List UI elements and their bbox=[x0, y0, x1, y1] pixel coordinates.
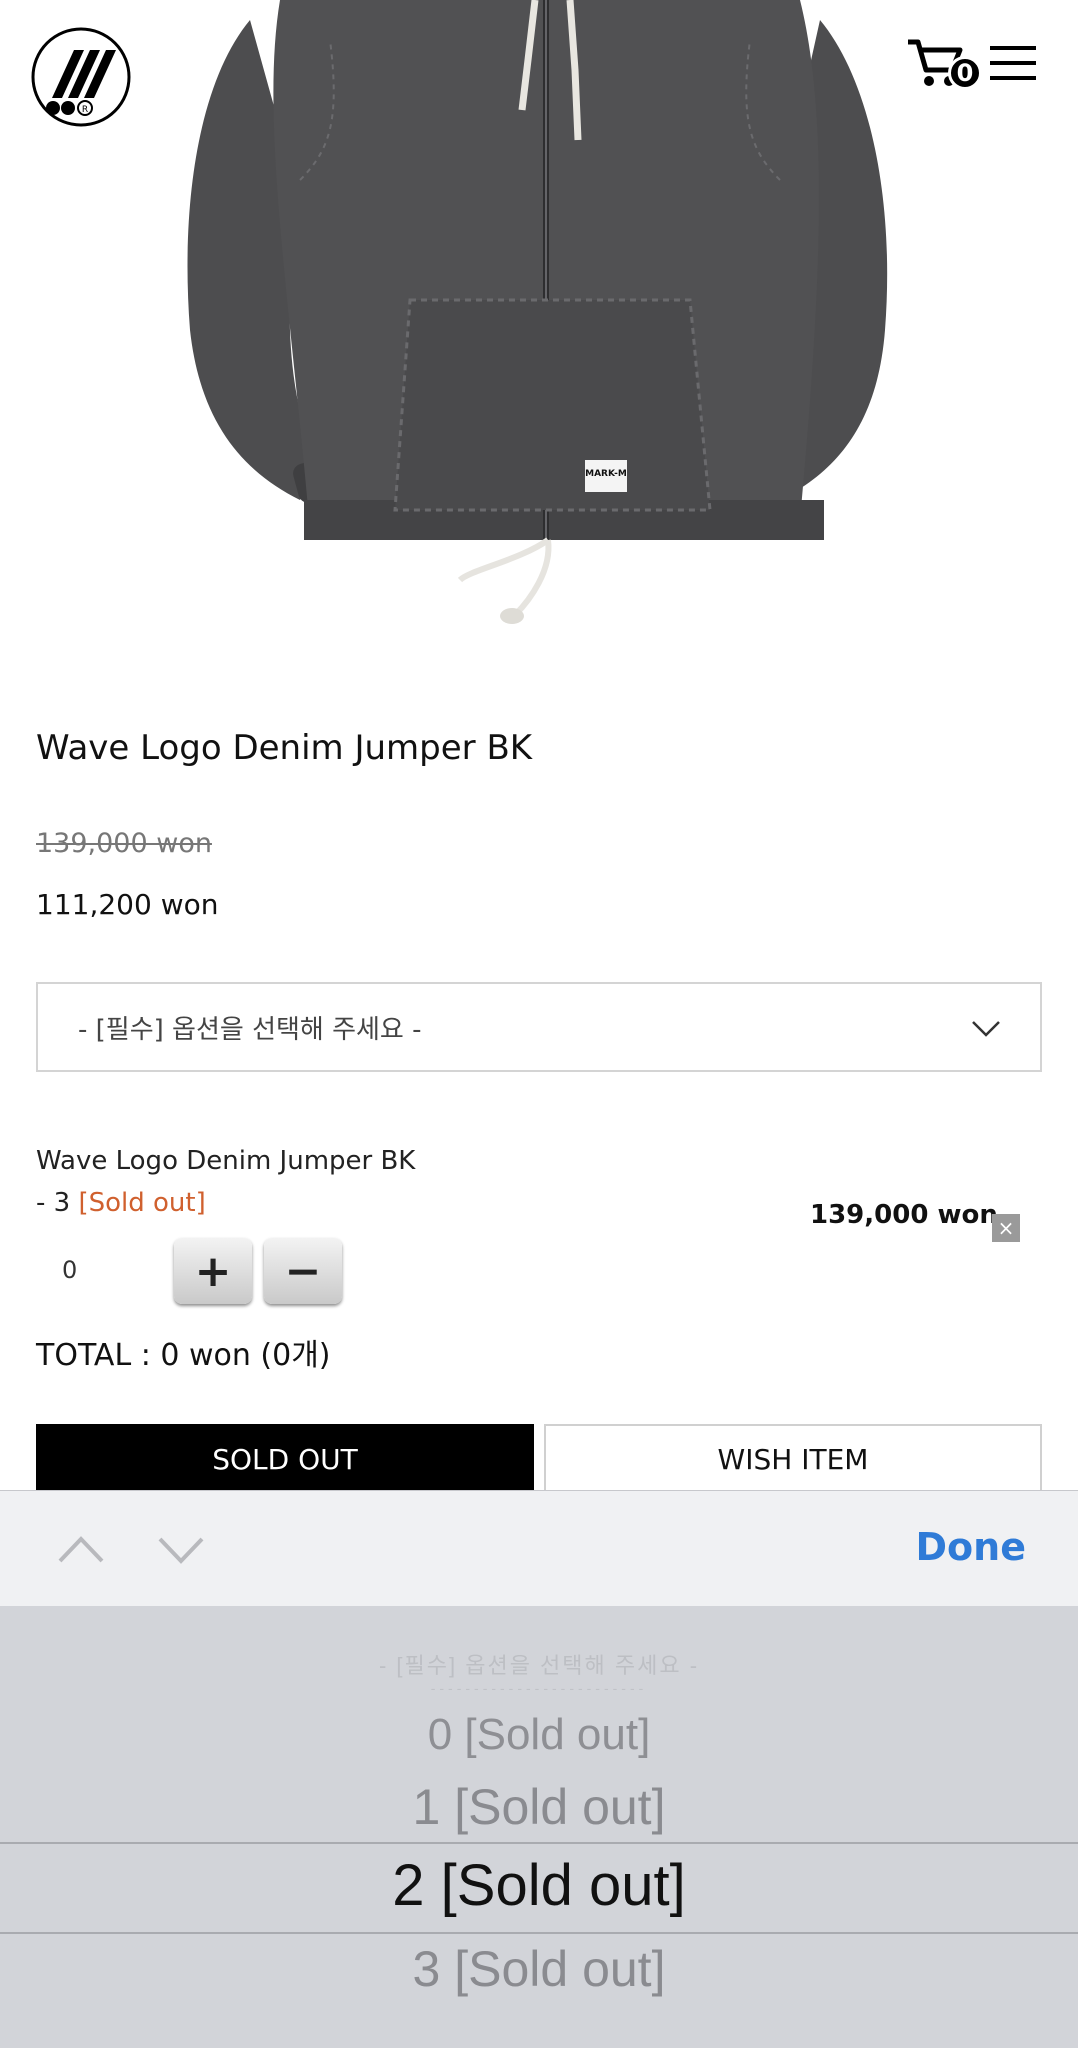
product-image: MARK-M bbox=[0, 0, 1078, 660]
increase-quantity-button[interactable]: + bbox=[174, 1238, 252, 1304]
sold-out-status: [Sold out] bbox=[78, 1188, 206, 1218]
remove-option-button[interactable]: × bbox=[992, 1214, 1020, 1242]
sale-price: 111,200 won bbox=[36, 888, 219, 921]
sold-out-button[interactable]: SOLD OUT bbox=[36, 1424, 534, 1494]
picker-selection-top-line bbox=[0, 1842, 1078, 1844]
selected-option-name: Wave Logo Denim Jumper BK bbox=[36, 1146, 416, 1176]
selected-option-size: - 3 [Sold out] bbox=[36, 1188, 206, 1218]
original-price: 139,000 won bbox=[36, 828, 212, 859]
option-select-placeholder: - [필수] 옵션을 선택해 주세요 - bbox=[78, 1014, 422, 1045]
quantity-value[interactable]: 0 bbox=[62, 1256, 77, 1284]
picker-item-placeholder[interactable]: - [필수] 옵션을 선택해 주세요 - bbox=[0, 1648, 1078, 1680]
picker-item[interactable]: 0 [Sold out] bbox=[0, 1710, 1078, 1760]
previous-field-icon[interactable] bbox=[56, 1529, 106, 1569]
picker-selection-bottom-line bbox=[0, 1932, 1078, 1934]
svg-text:R: R bbox=[82, 105, 88, 115]
decrease-quantity-button[interactable]: − bbox=[264, 1238, 342, 1304]
wish-item-button[interactable]: WISH ITEM bbox=[544, 1424, 1042, 1494]
total-summary: TOTAL : 0 won (0개) bbox=[36, 1338, 331, 1373]
picker-item-divider: ------------------------- bbox=[430, 1680, 648, 1696]
option-size-text: - 3 bbox=[36, 1188, 79, 1218]
option-picker-wheel[interactable]: - [필수] 옵션을 선택해 주세요 - -------------------… bbox=[0, 1606, 1078, 2048]
next-field-icon[interactable] bbox=[156, 1529, 206, 1569]
option-select[interactable]: - [필수] 옵션을 선택해 주세요 - bbox=[36, 982, 1042, 1072]
cart-count-badge: 0 bbox=[948, 56, 982, 90]
product-label-text: MARK-M bbox=[585, 469, 627, 479]
hamburger-menu-icon[interactable] bbox=[990, 44, 1036, 82]
picker-item[interactable]: 3 [Sold out] bbox=[0, 1940, 1078, 1998]
done-button[interactable]: Done bbox=[916, 1525, 1026, 1569]
chevron-down-icon bbox=[972, 1021, 1000, 1037]
picker-item[interactable]: 1 [Sold out] bbox=[0, 1778, 1078, 1836]
product-title: Wave Logo Denim Jumper BK bbox=[36, 728, 533, 768]
brand-logo-icon[interactable]: R bbox=[30, 26, 132, 128]
picker-toolbar: Done bbox=[0, 1490, 1078, 1606]
selected-option-price: 139,000 won bbox=[810, 1200, 998, 1230]
picker-item-selected[interactable]: 2 [Sold out] bbox=[0, 1852, 1078, 1919]
